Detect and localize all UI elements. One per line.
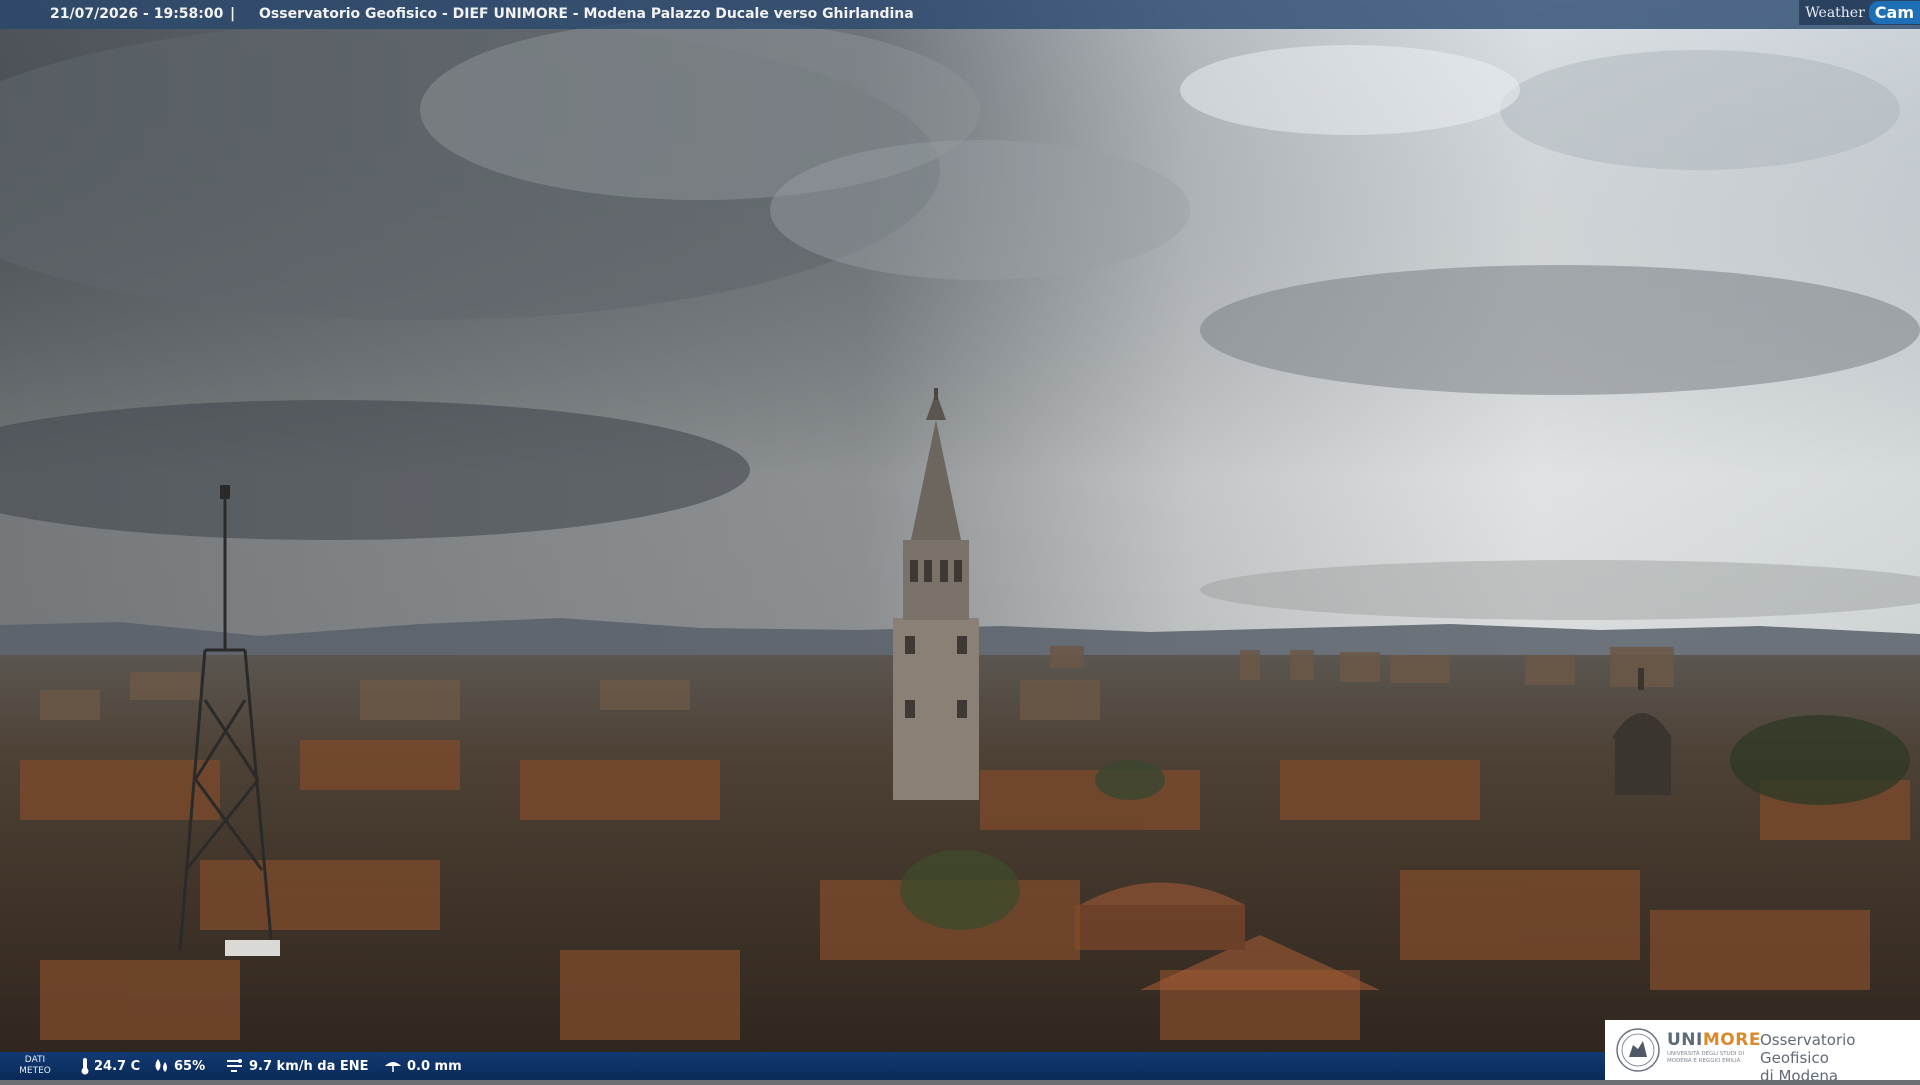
city-skyline-photo xyxy=(0,0,1920,1080)
humidity-reading: 65% xyxy=(152,1052,205,1080)
temperature-value: 24.7 C xyxy=(94,1058,141,1074)
camera-title: Osservatorio Geofisico - DIEF UNIMORE - … xyxy=(259,6,914,22)
rain-value: 0.0 mm xyxy=(407,1058,462,1074)
university-seal-icon xyxy=(1616,1028,1660,1072)
observatory-name: Osservatorio Geofisico di Modena xyxy=(1760,1031,1856,1085)
weathercam-logo-cam: Cam xyxy=(1868,1,1920,24)
title-separator: | xyxy=(230,6,236,22)
unimore-observatory-logo: UNIMORE UNIVERSITÀ DEGLI STUDI DI MODENA… xyxy=(1605,1020,1920,1085)
timestamp: 21/07/2026 - 19:58:00 xyxy=(50,6,224,22)
overlay-top-bar: 21/07/2026 - 19:58:00 | Osservatorio Geo… xyxy=(0,0,1920,29)
humidity-drops-icon xyxy=(155,1059,167,1072)
webcam-image xyxy=(0,0,1920,1080)
wind-icon xyxy=(227,1059,242,1072)
umbrella-icon xyxy=(385,1062,401,1072)
humidity-value: 65% xyxy=(174,1058,206,1074)
unimore-subtitle: UNIVERSITÀ DEGLI STUDI DI MODENA E REGGI… xyxy=(1667,1051,1745,1064)
thermometer-icon xyxy=(81,1058,89,1075)
weathercam-logo-weather: Weather xyxy=(1805,4,1865,21)
wind-value: 9.7 km/h da ENE xyxy=(249,1058,369,1074)
weathercam-logo: Weather Cam xyxy=(1799,0,1920,25)
rain-reading: 0.0 mm xyxy=(383,1052,462,1080)
weather-data-bar: DATI METEO 24.7 C 65% 9.7 km/h da ENE 0.… xyxy=(0,1052,1605,1080)
wind-reading: 9.7 km/h da ENE xyxy=(225,1052,369,1080)
unimore-wordmark: UNIMORE xyxy=(1667,1030,1761,1050)
temperature-reading: 24.7 C xyxy=(80,1052,140,1080)
weather-data-label: DATI METEO xyxy=(19,1055,51,1076)
